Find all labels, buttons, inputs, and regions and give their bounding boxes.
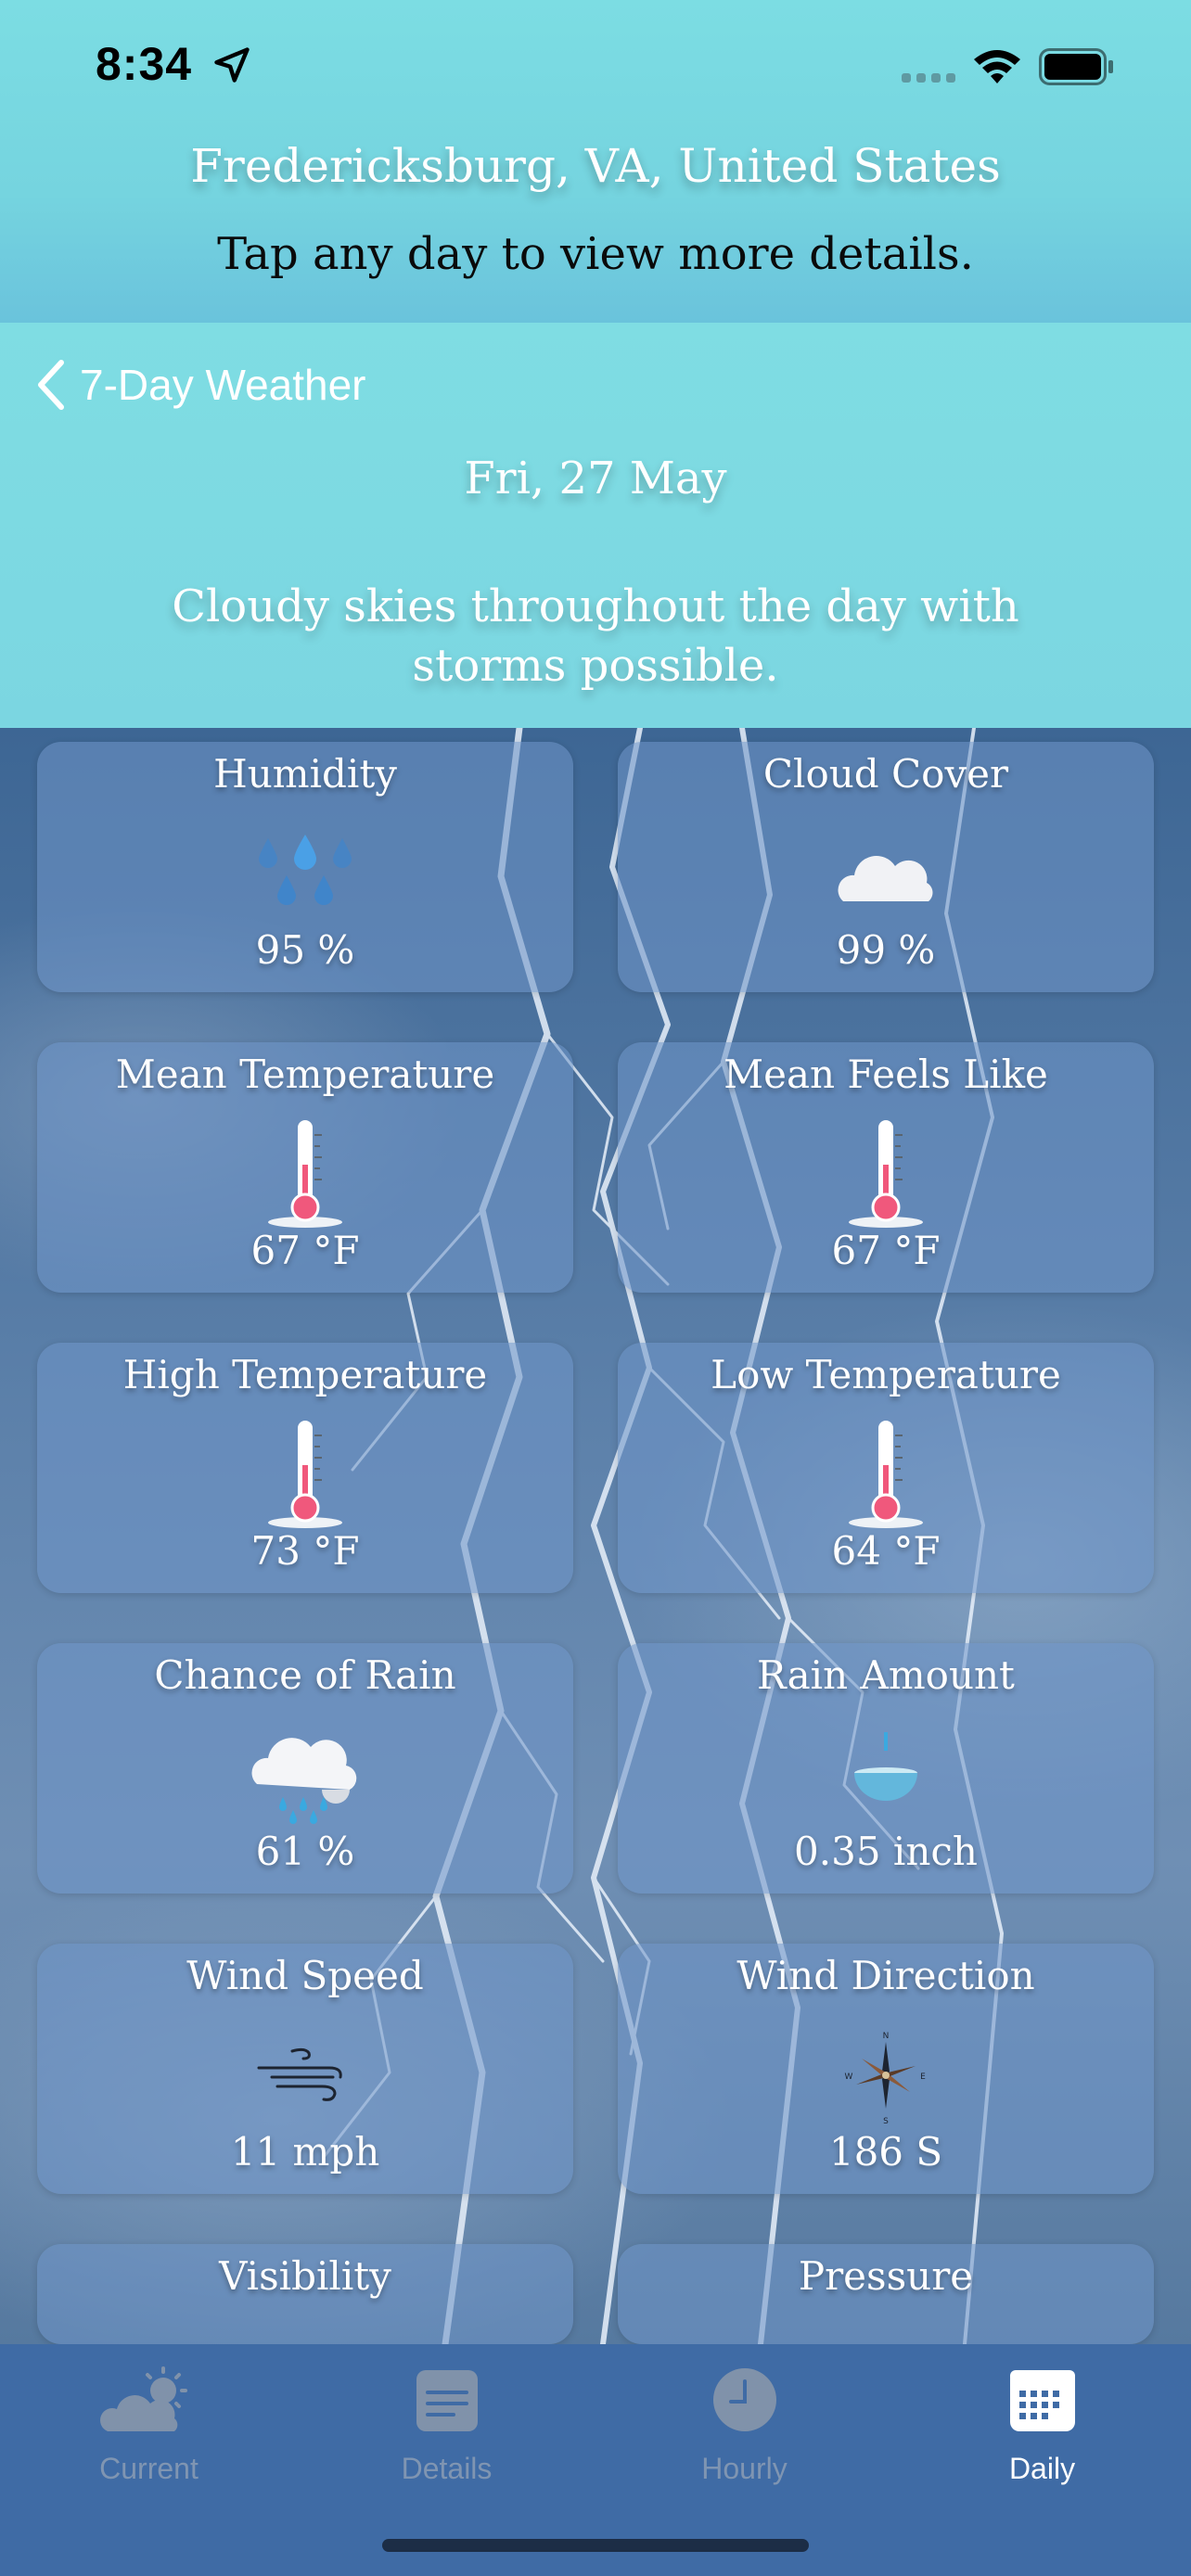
card-value: 67 °F: [831, 1228, 941, 1273]
card-title: Mean Temperature: [115, 1052, 495, 1097]
card-mean-feels-like[interactable]: Mean Feels Like 67 °F: [618, 1042, 1154, 1293]
card-high-temperature[interactable]: High Temperature 73 °F: [37, 1343, 573, 1593]
card-mean-temperature[interactable]: Mean Temperature 67 °F: [37, 1042, 573, 1293]
tab-label: Hourly: [701, 2452, 788, 2485]
cloud-icon: [838, 855, 933, 901]
card-title: Visibility: [219, 2253, 391, 2299]
card-cloud-cover[interactable]: Cloud Cover 99 %: [618, 742, 1154, 992]
card-humidity[interactable]: Humidity 95 %: [37, 742, 573, 992]
card-low-temperature[interactable]: Low Temperature 64 °F: [618, 1343, 1154, 1593]
details-list-icon: [416, 2370, 478, 2431]
svg-text:S: S: [883, 2117, 889, 2126]
card-value: 67 °F: [250, 1228, 360, 1273]
tab-current[interactable]: Current: [0, 2363, 298, 2511]
card-title: Mean Feels Like: [724, 1052, 1048, 1097]
clock-icon: [712, 2368, 776, 2431]
tab-label: Daily: [1008, 2452, 1076, 2485]
humidity-drops-icon: [259, 835, 352, 905]
home-indicator: [382, 2539, 809, 2552]
card-wind-speed[interactable]: Wind Speed 11 mph: [37, 1944, 573, 2194]
card-title: Rain Amount: [757, 1652, 1015, 1698]
card-chance-of-rain[interactable]: Chance of Rain 61 %: [37, 1643, 573, 1894]
calendar-icon: [1009, 2370, 1075, 2431]
card-title: Humidity: [213, 751, 397, 797]
card-value: 61 %: [255, 1829, 355, 1874]
svg-text:E: E: [920, 2072, 926, 2082]
tab-details[interactable]: Details: [298, 2363, 596, 2511]
tab-daily[interactable]: Daily: [893, 2363, 1191, 2511]
card-value: 73 °F: [250, 1528, 360, 1574]
thermometer-icon: [268, 1421, 342, 1528]
card-title: Chance of Rain: [154, 1652, 456, 1698]
svg-text:N: N: [883, 2032, 890, 2041]
tab-hourly[interactable]: Hourly: [596, 2363, 893, 2511]
card-title: Cloud Cover: [762, 751, 1009, 797]
partly-cloudy-icon: [99, 2366, 187, 2431]
card-value: 0.35 inch: [794, 1829, 978, 1874]
tab-label: Details: [401, 2452, 493, 2485]
card-visibility[interactable]: Visibility: [37, 2244, 573, 2344]
card-value: 11 mph: [230, 2129, 380, 2174]
card-title: Wind Speed: [186, 1953, 424, 1998]
card-title: High Temperature: [122, 1352, 488, 1397]
card-title: Wind Direction: [736, 1953, 1035, 1998]
thermometer-icon: [849, 1120, 923, 1228]
compass-icon: N S W E: [845, 2032, 927, 2126]
card-rain-amount[interactable]: Rain Amount 0.35 inch: [618, 1643, 1154, 1894]
wind-icon: [257, 2047, 342, 2101]
tab-label: Current: [99, 2452, 198, 2485]
svg-text:W: W: [845, 2072, 853, 2082]
card-title: Low Temperature: [711, 1352, 1061, 1397]
thermometer-icon: [268, 1120, 342, 1228]
card-pressure[interactable]: Pressure: [618, 2244, 1154, 2344]
card-wind-direction[interactable]: Wind Direction N S W E 186 S: [618, 1944, 1154, 2194]
card-value: 95 %: [255, 927, 355, 973]
weather-cards-grid: Humidity 95 % Cloud Cover 99 % Mean Temp…: [0, 0, 1191, 2576]
card-title: Pressure: [798, 2253, 974, 2299]
card-value: 186 S: [828, 2129, 943, 2174]
card-value: 99 %: [836, 927, 936, 973]
card-value: 64 °F: [831, 1528, 941, 1574]
rain-cloud-icon: [251, 1738, 357, 1824]
thermometer-icon: [849, 1421, 923, 1528]
rain-gauge-icon: [854, 1732, 917, 1801]
